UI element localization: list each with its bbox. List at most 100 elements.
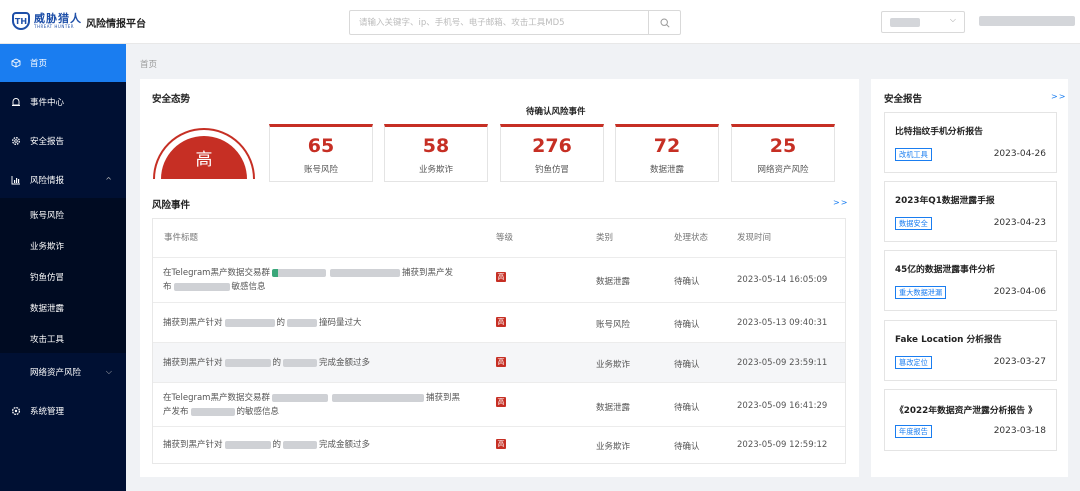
event-time: 2023-05-09 16:41:29 xyxy=(737,401,828,411)
event-status: 待确认 xyxy=(674,403,700,413)
report-tag[interactable]: 重大数据泄漏 xyxy=(895,286,947,299)
logo-name-en: THREAT HUNTER xyxy=(34,24,75,29)
submenu-item-data-leak[interactable]: 数据泄露 xyxy=(30,302,64,314)
top-bar: TH 威胁猎人 THREAT HUNTER 风险情报平台 ⌵ xyxy=(0,0,1080,44)
sidebar-item-system-admin[interactable]: 系统管理 xyxy=(0,392,126,430)
report-card[interactable]: 比特指纹手机分析报告 改机工具 2023-04-26 xyxy=(884,112,1057,173)
submenu-item-account-risk[interactable]: 账号风险 xyxy=(30,209,64,221)
event-title[interactable]: 在Telegram黑产数据交易群 捕获到黑产发 布敏感信息 xyxy=(163,266,493,294)
event-status: 待确认 xyxy=(674,360,700,370)
search-input[interactable] xyxy=(350,11,648,34)
redacted-text xyxy=(331,393,424,402)
stat-card-network-asset-risk[interactable]: 25 网络资产风险 xyxy=(731,124,835,182)
stat-label: 网络资产风险 xyxy=(757,165,809,175)
table-row[interactable]: 捕获到黑产针对的撞码量过大 高 账号风险 待确认 2023-05-13 09:4… xyxy=(153,302,845,342)
submenu-item-phishing[interactable]: 钓鱼仿冒 xyxy=(30,271,64,283)
stat-value: 72 xyxy=(653,135,681,157)
stat-label: 业务欺诈 xyxy=(418,165,453,175)
stat-card-phishing[interactable]: 276 钓鱼仿冒 xyxy=(500,124,604,182)
redacted-text xyxy=(271,268,326,277)
platform-title: 风险情报平台 xyxy=(86,19,146,30)
report-card[interactable]: 45亿的数据泄露事件分析 重大数据泄漏 2023-04-06 xyxy=(884,250,1057,311)
redacted-text xyxy=(224,318,275,327)
redacted-text xyxy=(329,268,400,277)
column-header: 发现时间 xyxy=(737,233,772,243)
table-row[interactable]: 捕获到黑产针对的完成金额过多 高 业务欺诈 待确认 2023-05-09 23:… xyxy=(153,342,845,382)
pending-events-title: 待确认风险事件 xyxy=(526,107,586,117)
sidebar-item-label: 网络资产风险 xyxy=(30,368,82,378)
sidebar-item-risk-intel[interactable]: 风险情报 ^ xyxy=(0,161,126,199)
user-info-redacted[interactable] xyxy=(979,16,1075,26)
event-title[interactable]: 捕获到黑产针对的撞码量过大 xyxy=(163,316,493,330)
risk-events-more-link[interactable]: >> xyxy=(833,198,848,207)
event-category: 业务欺诈 xyxy=(596,442,631,452)
table-row[interactable]: 捕获到黑产针对的完成金额过多 高 业务欺诈 待确认 2023-05-09 12:… xyxy=(153,426,845,463)
redacted-text xyxy=(173,282,230,291)
redacted-text xyxy=(190,407,235,416)
stat-label: 钓鱼仿冒 xyxy=(534,165,569,175)
submenu-item-attack-tools[interactable]: 攻击工具 xyxy=(30,333,64,345)
stat-card-data-leak[interactable]: 72 数据泄露 xyxy=(615,124,719,182)
report-card[interactable]: 《2022年数据资产泄露分析报告 》 年度报告 2023-03-18 xyxy=(884,389,1057,451)
redacted-text xyxy=(224,358,271,367)
sidebar-item-home[interactable]: 首页 xyxy=(0,44,126,82)
security-report-title: 安全报告 xyxy=(884,94,923,105)
sidebar-item-label: 安全报告 xyxy=(30,137,65,147)
stat-card-account-risk[interactable]: 65 账号风险 xyxy=(269,124,373,182)
security-report-panel: 安全报告 >> 比特指纹手机分析报告 改机工具 2023-04-26 2023年… xyxy=(871,79,1068,477)
gear-icon xyxy=(10,136,21,147)
cube-icon xyxy=(10,58,21,69)
event-title[interactable]: 捕获到黑产针对的完成金额过多 xyxy=(163,438,493,452)
risk-level-badge: 高 xyxy=(496,357,506,367)
event-title[interactable]: 捕获到黑产针对的完成金额过多 xyxy=(163,356,493,370)
risk-level-label: 高 xyxy=(195,150,213,170)
report-tag[interactable]: 篡改定位 xyxy=(895,356,932,369)
event-title[interactable]: 在Telegram黑产数据交易群 捕获到黑 产发布 的敏感信息 xyxy=(163,391,493,419)
stat-card-business-fraud[interactable]: 58 业务欺诈 xyxy=(384,124,488,182)
column-header: 处理状态 xyxy=(674,233,709,243)
org-select[interactable]: ⌵ xyxy=(881,11,965,33)
column-header: 事件标题 xyxy=(164,233,199,243)
submenu-item-business-fraud[interactable]: 业务欺诈 xyxy=(30,240,64,252)
risk-intel-submenu: 账号风险 业务欺诈 钓鱼仿冒 数据泄露 攻击工具 xyxy=(0,198,126,353)
report-card[interactable]: 2023年Q1数据泄露手报 数据安全 2023-04-23 xyxy=(884,181,1057,242)
sidebar-item-network-asset-risk[interactable]: 网络资产风险 ⌵ xyxy=(0,353,126,391)
redacted-text xyxy=(287,318,318,327)
risk-level-badge: 高 xyxy=(496,397,506,407)
column-header: 等级 xyxy=(496,233,514,243)
logo-name: 威胁猎人 xyxy=(34,12,82,25)
chevron-up-icon: ^ xyxy=(105,175,112,185)
redacted-text xyxy=(271,393,328,402)
risk-events-title: 风险事件 xyxy=(152,200,191,211)
stat-value: 65 xyxy=(307,135,335,157)
sidebar-item-security-report[interactable]: 安全报告 xyxy=(0,122,126,160)
event-time: 2023-05-09 12:59:12 xyxy=(737,440,828,450)
sidebar-item-event-center[interactable]: 事件中心 xyxy=(0,83,126,121)
event-category: 账号风险 xyxy=(596,320,631,330)
logo[interactable]: TH 威胁猎人 THREAT HUNTER xyxy=(12,12,82,30)
search-button[interactable] xyxy=(648,11,680,34)
column-header: 类别 xyxy=(596,233,614,243)
breadcrumb[interactable]: 首页 xyxy=(140,58,157,70)
event-status: 待确认 xyxy=(674,277,700,287)
stat-value: 58 xyxy=(422,135,450,157)
event-time: 2023-05-13 09:40:31 xyxy=(737,318,828,328)
stat-value: 276 xyxy=(532,135,572,157)
event-category: 数据泄露 xyxy=(596,277,631,287)
event-time: 2023-05-14 16:05:09 xyxy=(737,275,828,285)
security-report-more-link[interactable]: >> xyxy=(1051,92,1066,101)
risk-level-badge: 高 xyxy=(496,317,506,327)
sidebar-item-label: 系统管理 xyxy=(30,407,65,417)
settings-icon xyxy=(10,406,21,417)
report-title: 45亿的数据泄露事件分析 xyxy=(895,265,996,275)
alert-icon xyxy=(10,97,21,108)
report-tag[interactable]: 年度报告 xyxy=(895,425,932,438)
table-row[interactable]: 在Telegram黑产数据交易群 捕获到黑产发 布敏感信息 高 数据泄露 待确认 … xyxy=(153,257,845,302)
search-box xyxy=(349,10,681,35)
report-tag[interactable]: 改机工具 xyxy=(895,148,932,161)
sidebar: 首页 事件中心 安全报告 风险情报 ^ 账号风险 业务欺诈 钓鱼仿冒 数据泄露 … xyxy=(0,44,126,491)
report-card[interactable]: Fake Location 分析报告 篡改定位 2023-03-27 xyxy=(884,320,1057,381)
event-status: 待确认 xyxy=(674,320,700,330)
report-tag[interactable]: 数据安全 xyxy=(895,217,932,230)
table-row[interactable]: 在Telegram黑产数据交易群 捕获到黑 产发布 的敏感信息 高 数据泄露 待确认… xyxy=(153,382,845,426)
